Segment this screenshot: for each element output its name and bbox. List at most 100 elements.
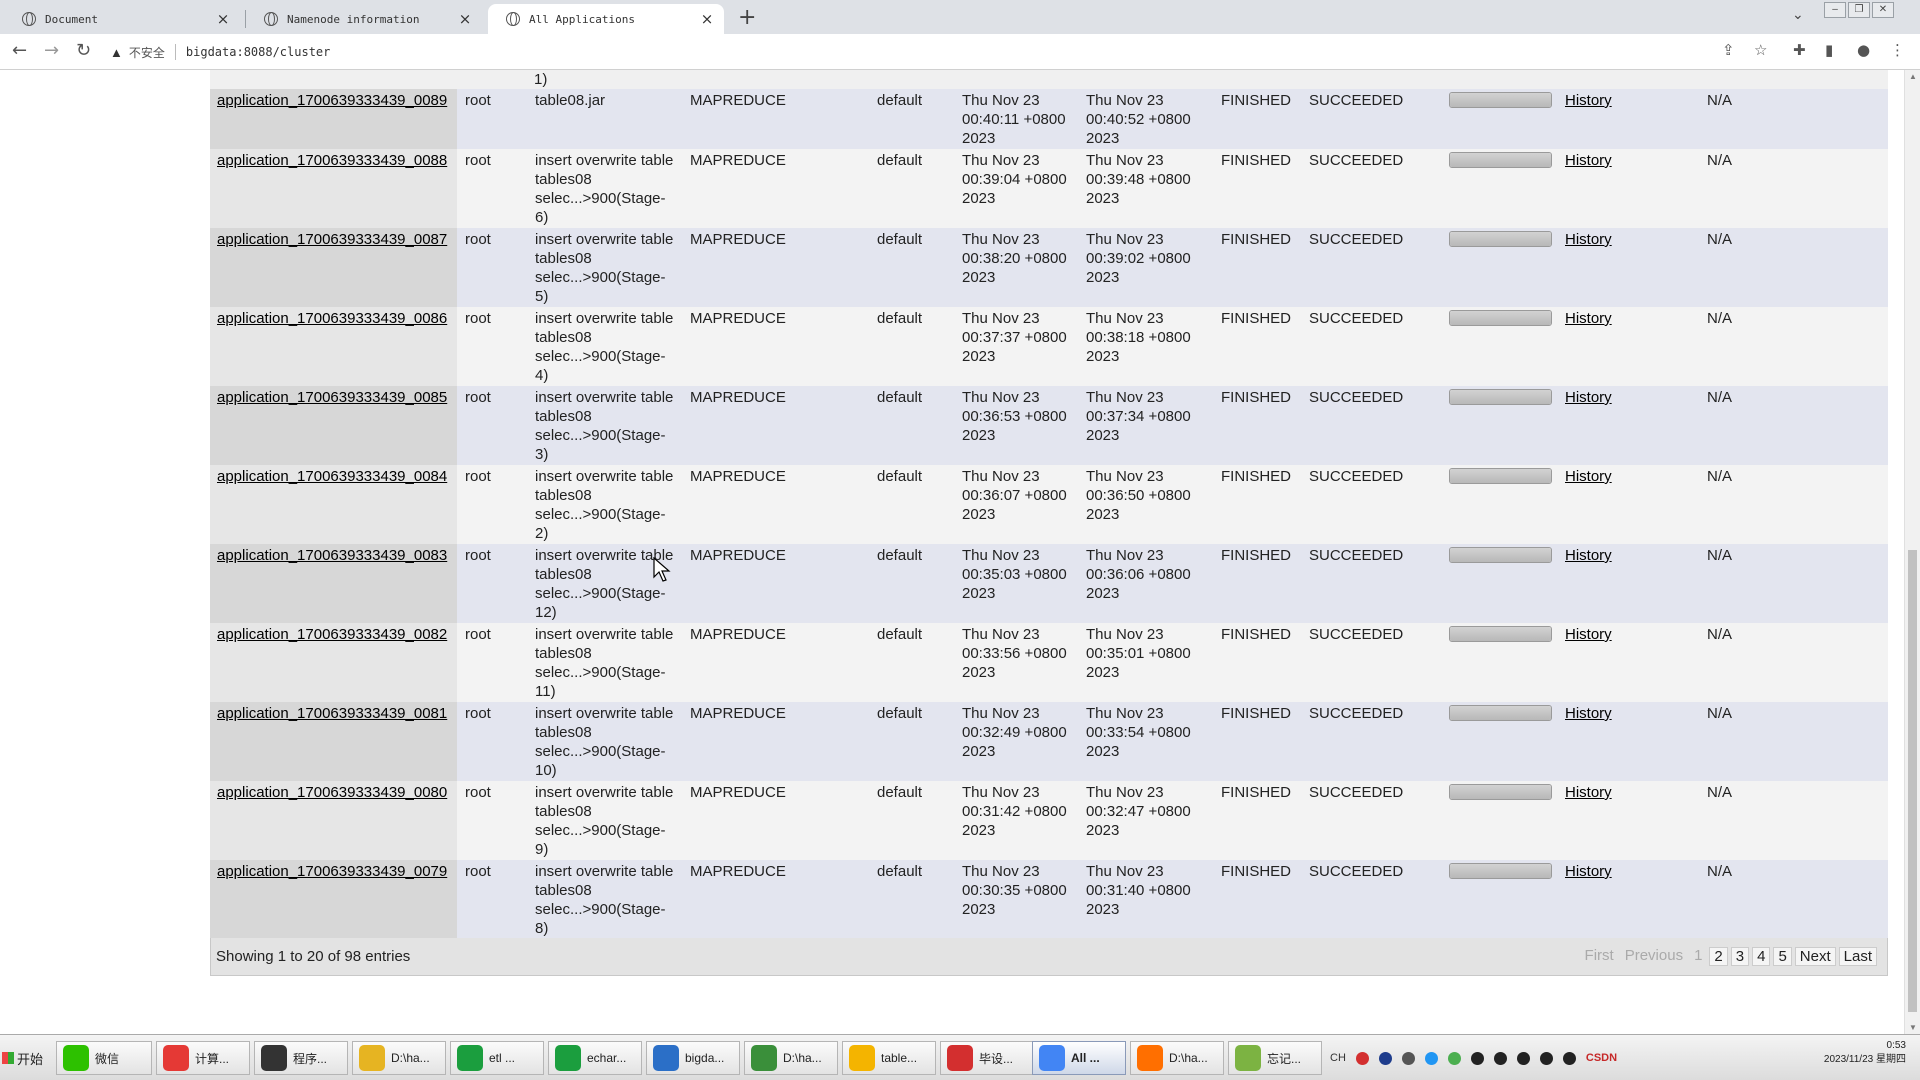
taskbar-button[interactable]: D:\ha... [352, 1041, 446, 1075]
tray-app-icon[interactable] [1447, 1051, 1461, 1065]
taskbar-button[interactable]: table... [842, 1041, 936, 1075]
warning-icon[interactable]: ▲ [110, 45, 123, 60]
taskbar-button[interactable]: 计算... [156, 1041, 250, 1075]
history-link[interactable]: History [1565, 546, 1612, 565]
star-icon[interactable]: ☆ [1754, 41, 1767, 59]
progress-bar [1449, 152, 1552, 168]
qq-icon[interactable] [1539, 1051, 1553, 1065]
history-link[interactable]: History [1565, 704, 1612, 723]
reload-icon[interactable]: ↻ [76, 40, 91, 61]
sogou-icon[interactable] [1355, 1051, 1369, 1065]
ime-indicator[interactable]: CH [1330, 1052, 1346, 1064]
vertical-scrollbar[interactable]: ▲ ▼ [1904, 70, 1920, 1034]
history-link[interactable]: History [1565, 388, 1612, 407]
minimize-icon[interactable]: – [1824, 2, 1846, 18]
taskbar-button[interactable]: D:\ha... [1130, 1041, 1224, 1075]
pager-page-2[interactable]: 2 [1709, 947, 1728, 966]
history-link[interactable]: History [1565, 467, 1612, 486]
windows-flag-icon [2, 1052, 14, 1064]
system-clock[interactable]: 0:53 2023/11/23 星期四 [1824, 1039, 1906, 1067]
pager-last[interactable]: Last [1838, 947, 1877, 966]
tab-all-applications[interactable]: All Applications × [488, 4, 724, 34]
application-id-link[interactable]: application_1700639333439_0082 [217, 625, 447, 644]
history-link[interactable]: History [1565, 230, 1612, 249]
start-label: 开始 [17, 1051, 44, 1067]
new-tab-button[interactable]: + [738, 5, 756, 30]
history-link[interactable]: History [1565, 862, 1612, 881]
profile-icon[interactable]: ● [1857, 41, 1870, 59]
history-link[interactable]: History [1565, 783, 1612, 802]
shield-icon[interactable] [1378, 1051, 1392, 1065]
table-row: application_1700639333439_0082 root insert… [210, 623, 1888, 702]
tab-namenode-information[interactable]: Namenode information × [246, 4, 482, 34]
qq-icon[interactable] [1562, 1051, 1576, 1065]
globe-icon [264, 12, 278, 26]
pager-page-1[interactable]: 1 [1690, 947, 1706, 966]
history-link[interactable]: History [1565, 151, 1612, 170]
close-window-icon[interactable]: ✕ [1872, 2, 1894, 18]
forward-arrow-icon[interactable]: → [44, 40, 59, 61]
qq-icon[interactable] [1493, 1051, 1507, 1065]
scroll-down-icon[interactable]: ▼ [1909, 1023, 1917, 1032]
final-status-cell: SUCCEEDED [1309, 231, 1404, 248]
application-id-link[interactable]: application_1700639333439_0079 [217, 862, 447, 881]
taskbar-button[interactable]: etl ... [450, 1041, 544, 1075]
application-id-link[interactable]: application_1700639333439_0085 [217, 388, 447, 407]
browser-toolbar: ← → ↻ ▲ 不安全 bigdata:8088/cluster ⇪ ☆ ✚ ▮… [0, 34, 1920, 70]
table-row: application_1700639333439_0089 root table0… [210, 89, 1888, 149]
share-icon[interactable]: ⇪ [1722, 41, 1735, 59]
taskbar-button[interactable]: 程序... [254, 1041, 348, 1075]
blacklisted-nodes-cell: N/A [1707, 705, 1733, 722]
application-id-link[interactable]: application_1700639333439_0083 [217, 546, 447, 565]
taskbar-button[interactable]: 毕设... [940, 1041, 1034, 1075]
security-label[interactable]: 不安全 [129, 44, 165, 61]
scrollbar-thumb[interactable] [1908, 550, 1917, 1012]
history-link[interactable]: History [1565, 625, 1612, 644]
pager-first[interactable]: First [1581, 947, 1618, 966]
taskbar-button[interactable]: D:\ha... [744, 1041, 838, 1075]
taskbar-button[interactable]: All ... [1032, 1041, 1126, 1075]
qq-icon[interactable] [1470, 1051, 1484, 1065]
taskbar-button[interactable]: bigda... [646, 1041, 740, 1075]
history-link[interactable]: History [1565, 309, 1612, 328]
scroll-up-icon[interactable]: ▲ [1909, 72, 1917, 81]
restore-icon[interactable]: ❐ [1848, 2, 1870, 18]
taskbar-button-label: All ... [1071, 1051, 1100, 1065]
start-button[interactable]: 开始 [2, 1041, 46, 1075]
menu-icon[interactable]: ⋮ [1890, 41, 1905, 59]
taskbar-button[interactable]: echar... [548, 1041, 642, 1075]
state-cell: FINISHED [1221, 784, 1292, 801]
side-panel-icon[interactable]: ▮ [1825, 41, 1833, 59]
pager-previous[interactable]: Previous [1621, 947, 1687, 966]
state-cell: FINISHED [1221, 547, 1292, 564]
cloud-icon[interactable] [1424, 1051, 1438, 1065]
address-bar[interactable]: ▲ 不安全 bigdata:8088/cluster [110, 39, 1750, 65]
pager-page-5[interactable]: 5 [1773, 947, 1792, 966]
pager-next[interactable]: Next [1794, 947, 1836, 966]
pager-page-3[interactable]: 3 [1730, 947, 1750, 966]
application-id-link[interactable]: application_1700639333439_0088 [217, 151, 447, 170]
pager-page-4[interactable]: 4 [1752, 947, 1771, 966]
taskbar-button[interactable]: 忘记... [1228, 1041, 1322, 1075]
application-id-link[interactable]: application_1700639333439_0081 [217, 704, 447, 723]
application-id-link[interactable]: application_1700639333439_0084 [217, 467, 447, 486]
history-link[interactable]: History [1565, 91, 1612, 110]
finish-time-cell: Thu Nov 23 00:33:54 +0800 2023 [1086, 705, 1191, 760]
qq-icon[interactable] [1516, 1051, 1530, 1065]
close-icon[interactable]: × [216, 10, 230, 28]
url-text[interactable]: bigdata:8088/cluster [186, 45, 331, 59]
user-cell: root [465, 389, 491, 406]
taskbar-button-label: 忘记... [1267, 1051, 1302, 1066]
application-id-link[interactable]: application_1700639333439_0089 [217, 91, 447, 110]
application-id-link[interactable]: application_1700639333439_0087 [217, 230, 447, 249]
close-icon[interactable]: × [700, 10, 714, 28]
back-arrow-icon[interactable]: ← [12, 40, 27, 61]
tab-document[interactable]: Document × [4, 4, 240, 34]
network-icon[interactable] [1401, 1051, 1415, 1065]
extensions-icon[interactable]: ✚ [1793, 41, 1806, 59]
application-id-link[interactable]: application_1700639333439_0080 [217, 783, 447, 802]
taskbar-button[interactable]: 微信 [56, 1041, 152, 1075]
close-icon[interactable]: × [458, 10, 472, 28]
tab-search-chevron-icon[interactable]: ⌄ [1792, 6, 1804, 23]
application-id-link[interactable]: application_1700639333439_0086 [217, 309, 447, 328]
